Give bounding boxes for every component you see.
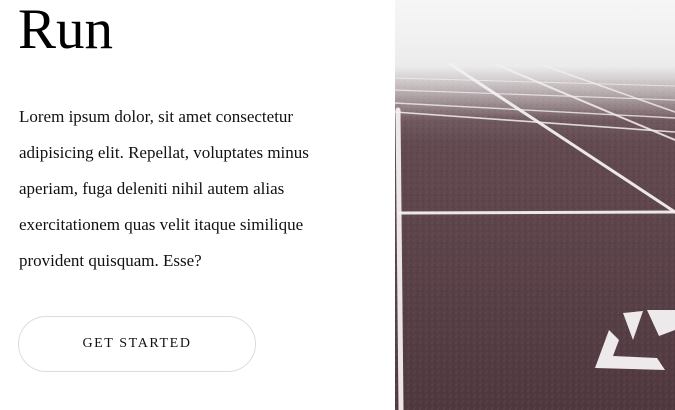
hero-section: Run Lorem ipsum dolor, sit amet consecte… — [0, 0, 675, 410]
running-track-illustration — [395, 0, 675, 410]
get-started-button[interactable]: GET STARTED — [18, 316, 256, 372]
hero-description: Lorem ipsum dolor, sit amet consectetur … — [19, 107, 309, 270]
running-track-image — [395, 0, 675, 410]
fog-overlay — [395, 0, 675, 120]
page-title: Run — [18, 0, 114, 61]
hero-text-column: Run Lorem ipsum dolor, sit amet consecte… — [0, 0, 395, 410]
